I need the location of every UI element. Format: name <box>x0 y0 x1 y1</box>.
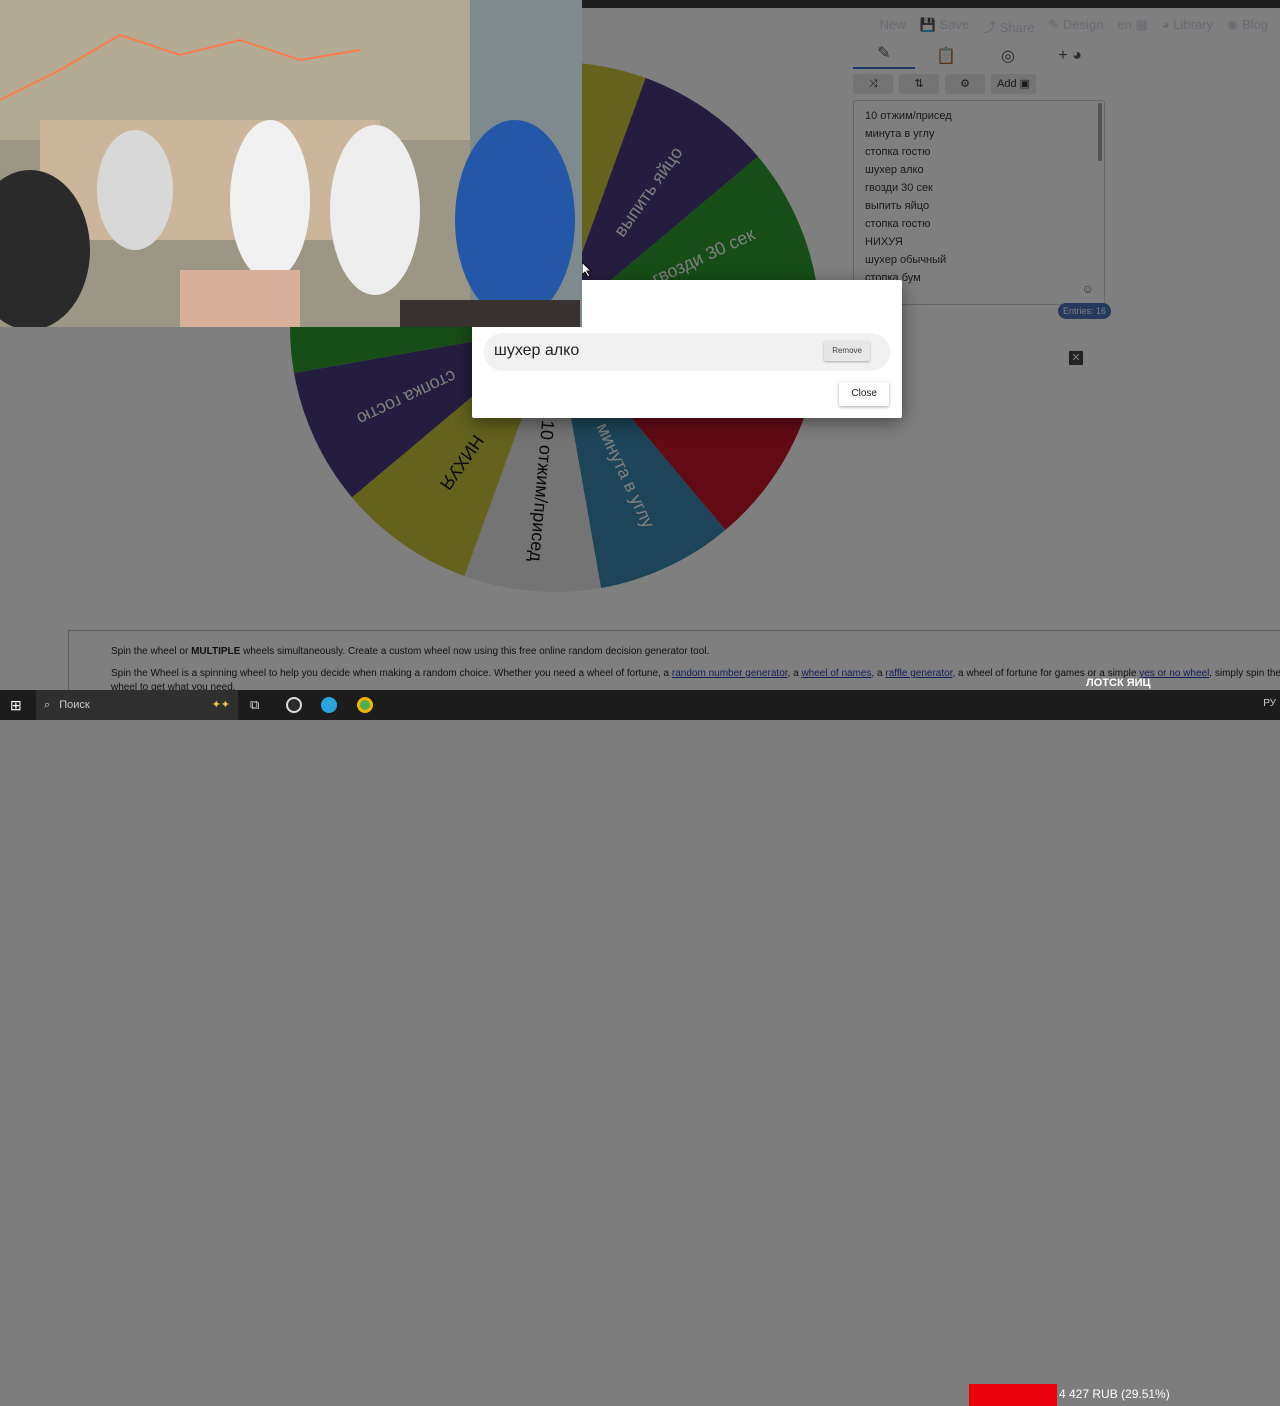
task-view-icon[interactable]: ⧉ <box>250 697 266 713</box>
chrome-icon[interactable] <box>357 697 373 713</box>
winner-text: шухер алко <box>494 342 580 359</box>
language-indicator[interactable]: РУ <box>1263 698 1276 709</box>
donation-text: 4 427 RUB (29.51%) <box>1059 1387 1170 1401</box>
donation-bar <box>969 1384 1057 1406</box>
remove-button[interactable]: Remove <box>824 341 870 361</box>
sparkle-icon: ✦✦ <box>211 699 230 711</box>
mouse-cursor-icon <box>582 262 593 278</box>
winner-row: шухер алко Remove <box>484 333 890 371</box>
webcam-video-image <box>0 0 582 327</box>
taskbar-search[interactable]: ⌕ Поиск ✦✦ <box>36 690 238 720</box>
search-icon: ⌕ <box>44 699 51 711</box>
obs-icon[interactable] <box>286 697 302 713</box>
search-placeholder: Поиск <box>59 699 90 711</box>
webcam-overlay <box>0 0 582 327</box>
windows-start-icon[interactable]: ⊞ <box>10 697 26 713</box>
stream-overlay-text: ЛОТСК ЯИЦ <box>1086 677 1151 689</box>
telegram-icon[interactable] <box>321 697 337 713</box>
windows-taskbar: ⊞ ⌕ Поиск ✦✦ ⧉ 4 427 RUB (29.51%) РУ <box>0 690 1280 1406</box>
close-button[interactable]: Close <box>839 382 889 406</box>
